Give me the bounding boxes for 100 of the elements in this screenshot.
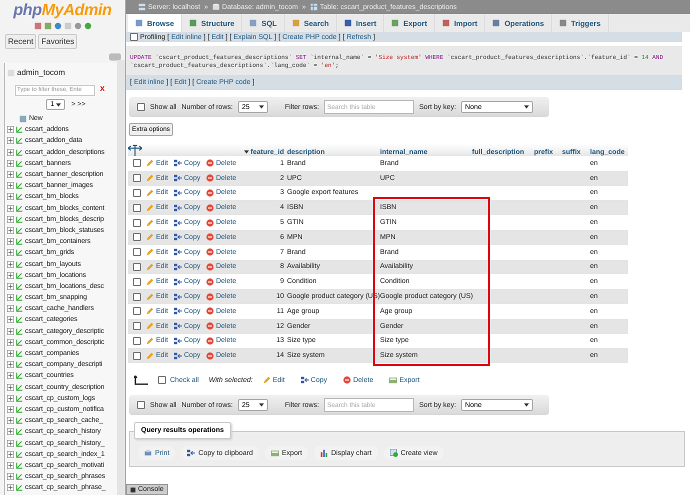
delete-icon — [206, 278, 214, 286]
expand-icon — [7, 226, 14, 234]
delete-icon — [206, 159, 214, 168]
row-checkbox[interactable] — [133, 204, 141, 212]
table-icon — [16, 249, 23, 256]
table-icon — [16, 394, 23, 402]
tab-icon — [391, 19, 400, 27]
table-icon — [16, 260, 23, 268]
table-icon — [16, 137, 23, 144]
delete-icon — [206, 292, 214, 301]
table-icon — [16, 216, 23, 223]
server-icon — [138, 3, 146, 11]
expand-icon — [7, 272, 14, 279]
table-icon — [16, 338, 23, 346]
row-checkbox[interactable] — [133, 262, 141, 271]
row-checkbox[interactable] — [133, 159, 141, 168]
delete-icon — [206, 262, 214, 271]
table-icon — [16, 473, 23, 480]
printer-icon — [144, 449, 152, 458]
expand-icon — [7, 361, 14, 368]
copy-icon — [174, 322, 182, 330]
tab-icon — [559, 19, 568, 27]
expand-icon — [7, 450, 14, 458]
tab-icon — [442, 19, 450, 27]
delete-icon — [206, 218, 214, 227]
expand-icon — [7, 406, 14, 413]
checkbox[interactable] — [130, 33, 138, 41]
expand-icon — [7, 338, 14, 346]
row-checkbox[interactable] — [133, 336, 141, 345]
delete-icon — [206, 336, 214, 345]
checkbox[interactable] — [158, 376, 166, 384]
row-checkbox[interactable] — [133, 352, 141, 360]
arrow-up-icon — [134, 373, 148, 388]
delete-icon — [206, 188, 214, 197]
tab-icon — [344, 19, 352, 27]
caret-icon — [524, 403, 530, 408]
expand-icon — [7, 137, 14, 144]
tab-icon — [135, 19, 143, 27]
export-icon — [389, 376, 398, 384]
row-checkbox[interactable] — [133, 278, 141, 286]
copy-icon — [174, 262, 182, 271]
delete-icon — [206, 307, 214, 316]
expand-icon — [7, 294, 14, 302]
expand-icon — [7, 171, 14, 178]
copy-icon — [174, 292, 182, 301]
copy-icon — [174, 307, 182, 316]
delete-icon — [206, 204, 214, 212]
table-icon — [16, 384, 23, 391]
expand-icon — [7, 316, 14, 324]
row-checkbox[interactable] — [133, 174, 141, 182]
caret-icon — [56, 102, 62, 106]
row-checkbox[interactable] — [133, 233, 141, 242]
checkbox[interactable] — [137, 401, 145, 410]
caret-icon — [244, 150, 249, 154]
expand-icon — [7, 160, 14, 167]
expand-icon — [7, 260, 14, 268]
expand-icon — [7, 350, 14, 358]
row-checkbox[interactable] — [133, 218, 141, 227]
expand-icon — [7, 328, 14, 335]
table-icon — [16, 316, 23, 324]
expand-icon — [7, 484, 14, 492]
tab-icon — [292, 19, 300, 27]
pencil-icon — [262, 376, 271, 384]
sidebar-tab[interactable]: Recent — [5, 34, 36, 49]
copy-icon — [174, 204, 182, 212]
expand-icon — [7, 462, 14, 469]
table-icon — [16, 305, 23, 312]
checkbox[interactable] — [137, 103, 145, 111]
export-icon — [270, 449, 279, 458]
expand-icon — [7, 193, 14, 200]
sidebar-tab[interactable]: Favorites — [38, 34, 78, 49]
row-checkbox[interactable] — [133, 188, 141, 197]
copy-icon — [174, 218, 182, 227]
delete-icon — [206, 174, 214, 182]
table-icon — [16, 272, 23, 279]
expand-icon — [7, 305, 14, 312]
expand-icon — [7, 372, 14, 380]
expand-icon — [7, 428, 14, 436]
collapse-icon — [109, 51, 121, 63]
table-icon — [16, 282, 23, 290]
copy-icon — [174, 174, 182, 182]
add-view-icon — [390, 449, 398, 458]
tab-icon — [492, 19, 500, 27]
row-checkbox[interactable] — [133, 322, 141, 330]
table-icon — [16, 328, 23, 335]
table-icon — [16, 182, 23, 190]
table-icon — [16, 171, 23, 178]
console-icon — [130, 486, 136, 492]
expand-icon — [7, 126, 14, 134]
logo: phpMyAdmin — [12, 1, 113, 20]
copy-icon — [174, 336, 182, 345]
table-icon — [16, 450, 23, 458]
row-checkbox[interactable] — [133, 307, 141, 316]
table-icon — [310, 3, 318, 11]
delete-icon — [206, 352, 214, 360]
table-icon — [16, 372, 23, 380]
row-checkbox[interactable] — [133, 248, 141, 256]
row-checkbox[interactable] — [133, 292, 141, 301]
column-arrows-icon — [128, 144, 142, 158]
database-name[interactable]: admin_tocom — [17, 68, 66, 77]
